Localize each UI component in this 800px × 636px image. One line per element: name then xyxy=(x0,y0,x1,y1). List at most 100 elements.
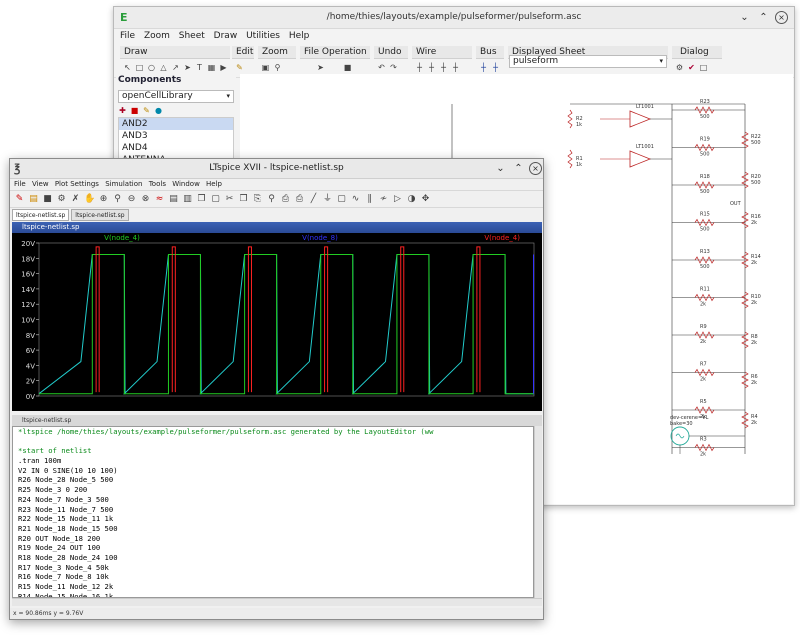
close-icon[interactable]: × xyxy=(529,162,542,175)
menu-draw[interactable]: Draw xyxy=(214,29,238,44)
y-tick-label: 6V xyxy=(26,347,35,355)
find-icon[interactable]: ⚲ xyxy=(266,194,277,205)
list-item[interactable]: AND4 xyxy=(119,142,233,154)
cut-icon[interactable]: ✂ xyxy=(224,194,235,205)
bus-icon[interactable]: ┼ xyxy=(479,63,488,72)
menu-help[interactable]: Help xyxy=(289,29,310,44)
print-setup-icon[interactable]: ⎙ xyxy=(280,194,291,205)
list-item[interactable]: AND3 xyxy=(119,130,233,142)
edit-icon[interactable]: ✎ xyxy=(235,63,244,72)
label-icon[interactable]: ▢ xyxy=(336,194,347,205)
edit-component-icon[interactable]: ✎ xyxy=(142,106,151,115)
displayed-sheet-select[interactable]: pulseform ▾ xyxy=(509,55,667,68)
component-icon[interactable]: ▦ xyxy=(207,63,216,72)
netlist-vertical-scrollbar[interactable] xyxy=(534,426,542,598)
tab-netlist[interactable]: ltspice-netlist.sp xyxy=(71,209,129,221)
toolbar-group-bus: Bus ┼ ┼ xyxy=(476,46,504,76)
undo-icon[interactable]: ↶ xyxy=(377,63,386,72)
ground-icon[interactable]: ⏚ xyxy=(322,194,333,205)
menu-sheet[interactable]: Sheet xyxy=(179,29,205,44)
waveform-plot[interactable]: 20V 18V 16V 14V 12V 10V 8V 6V 4V 2V 0V V(node_4) V(n… xyxy=(12,233,542,411)
netlist-line: R24 Node_7 Node_3 500 xyxy=(18,494,109,504)
lt-menu-file[interactable]: File xyxy=(14,179,26,190)
zoom-out-icon[interactable]: ⊖ xyxy=(126,194,137,205)
close-icon[interactable]: × xyxy=(775,11,788,24)
netlist-line: R19 Node_24 OUT 100 xyxy=(18,543,101,553)
lt-window-title: LTspice XVII - ltspice-netlist.sp xyxy=(209,163,344,173)
autorange-icon[interactable]: ≈ xyxy=(154,194,165,205)
zoom-fit-icon[interactable]: ⊗ xyxy=(140,194,151,205)
info-component-icon[interactable]: ● xyxy=(154,106,163,115)
select-icon[interactable]: ↖ xyxy=(123,63,132,72)
copy-icon[interactable]: ❐ xyxy=(238,194,249,205)
control-panel-icon[interactable]: ⚙ xyxy=(56,194,67,205)
redo-icon[interactable]: ↷ xyxy=(389,63,398,72)
wire-icon[interactable]: ╱ xyxy=(308,194,319,205)
cascade-icon[interactable]: ❐ xyxy=(196,194,207,205)
dialog-icon[interactable]: ⚙ xyxy=(675,63,684,72)
resistor-value: 2k xyxy=(751,380,757,386)
tile-vertical-icon[interactable]: ▥ xyxy=(182,194,193,205)
menu-utilities[interactable]: Utilities xyxy=(246,29,280,44)
open-icon[interactable]: ➤ xyxy=(316,63,325,72)
halt-icon[interactable]: ✋ xyxy=(84,194,95,205)
circle-icon[interactable]: ○ xyxy=(147,63,156,72)
wire-icon[interactable]: ┼ xyxy=(415,63,424,72)
pin-icon[interactable]: ➤ xyxy=(183,63,192,72)
text-icon[interactable]: T xyxy=(195,63,204,72)
minimize-icon[interactable]: ⌄ xyxy=(494,162,507,175)
move-icon[interactable]: ✥ xyxy=(420,194,431,205)
inductor-icon[interactable]: ≁ xyxy=(378,194,389,205)
document-icon[interactable]: □ xyxy=(699,63,708,72)
lt-menu-simulation[interactable]: Simulation xyxy=(105,179,142,190)
minimize-icon[interactable]: ⌄ xyxy=(738,11,751,24)
delete-component-icon[interactable]: ■ xyxy=(130,106,139,115)
close-window-icon[interactable]: ▢ xyxy=(210,194,221,205)
library-select[interactable]: openCellLibrary ▾ xyxy=(118,90,234,103)
tile-horizontal-icon[interactable]: ▤ xyxy=(168,194,179,205)
maximize-icon[interactable]: ⌃ xyxy=(757,11,770,24)
series-spike xyxy=(95,246,100,393)
open-icon[interactable]: ▤ xyxy=(28,194,39,205)
bus-split-icon[interactable]: ┼ xyxy=(491,63,500,72)
lt-menu-window[interactable]: Window xyxy=(172,179,200,190)
add-component-icon[interactable]: ✚ xyxy=(118,106,127,115)
list-item[interactable]: AND2 xyxy=(119,118,233,130)
zoom-icon[interactable]: ⚲ xyxy=(273,63,282,72)
lt-menu-help[interactable]: Help xyxy=(206,179,222,190)
wire-split-icon[interactable]: ┼ xyxy=(427,63,436,72)
menu-file[interactable]: File xyxy=(120,29,135,44)
path-icon[interactable]: ↗ xyxy=(171,63,180,72)
netlist-horizontal-scrollbar[interactable] xyxy=(12,598,542,606)
print-icon[interactable]: ⎙ xyxy=(294,194,305,205)
netlist-window-title: ltspice-netlist.sp xyxy=(22,417,72,424)
netlist-line: R16 Node_7 Node_8 10k xyxy=(18,572,109,582)
wire-label-icon[interactable]: ┼ xyxy=(451,63,460,72)
polygon-icon[interactable]: △ xyxy=(159,63,168,72)
menu-zoom[interactable]: Zoom xyxy=(144,29,170,44)
lt-menu-plot-settings[interactable]: Plot Settings xyxy=(55,179,99,190)
capacitor-icon[interactable]: ∥ xyxy=(364,194,375,205)
check-icon[interactable]: ✔ xyxy=(687,63,696,72)
diode-icon[interactable]: ▷ xyxy=(392,194,403,205)
resistor-value: 2k xyxy=(751,340,757,346)
netlist-editor[interactable]: *ltspice /home/thies/layouts/example/pul… xyxy=(12,426,534,598)
save-icon[interactable]: ■ xyxy=(42,194,53,205)
box-icon[interactable]: □ xyxy=(135,63,144,72)
zoom-fit-icon[interactable]: ▣ xyxy=(261,63,270,72)
pan-icon[interactable]: ⚲ xyxy=(112,194,123,205)
paste-icon[interactable]: ⎘ xyxy=(252,194,263,205)
lt-menu-tools[interactable]: Tools xyxy=(149,179,166,190)
run-icon[interactable]: ✗ xyxy=(70,194,81,205)
resistor-icon[interactable]: ∿ xyxy=(350,194,361,205)
port-icon[interactable]: ▶ xyxy=(219,63,228,72)
maximize-icon[interactable]: ⌃ xyxy=(512,162,525,175)
components-title: Components xyxy=(118,75,182,85)
new-schematic-icon[interactable]: ✎ xyxy=(14,194,25,205)
component-icon[interactable]: ◑ xyxy=(406,194,417,205)
zoom-in-icon[interactable]: ⊕ xyxy=(98,194,109,205)
tab-waveform[interactable]: ltspice-netlist.sp xyxy=(12,209,70,221)
wire-join-icon[interactable]: ┼ xyxy=(439,63,448,72)
save-icon[interactable]: ■ xyxy=(343,63,352,72)
lt-menu-view[interactable]: View xyxy=(32,179,49,190)
